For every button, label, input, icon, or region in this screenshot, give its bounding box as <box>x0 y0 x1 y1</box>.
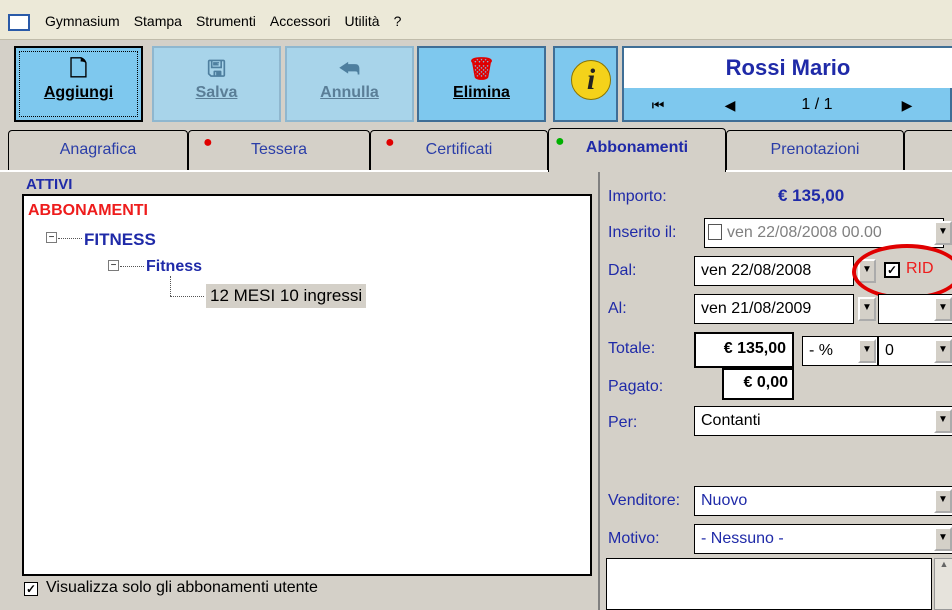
tab-abbonamenti-label: Abbonamenti <box>585 139 689 156</box>
payment-method-select[interactable]: Contanti <box>694 406 952 436</box>
dropdown-arrow-icon[interactable]: ▼ <box>934 221 952 245</box>
member-name: Rossi Mario <box>624 48 952 88</box>
only-user-checkbox[interactable]: ✓ <box>24 582 38 596</box>
dropdown-arrow-icon[interactable]: ▼ <box>934 409 952 433</box>
inserted-label: Inserito il: <box>608 224 677 241</box>
tab-prenotazioni-label: Prenotazioni <box>770 141 860 158</box>
tab-bar: Anagrafica ● Tessera ● Certificati ● Abb… <box>0 128 952 172</box>
red-dot-icon: ● <box>385 134 395 151</box>
menu-accessori[interactable]: Accessori <box>269 13 332 29</box>
inserted-checkbox[interactable] <box>708 224 722 240</box>
menu-gymnasium[interactable]: Gymnasium <box>44 13 121 29</box>
tab-overflow[interactable] <box>904 130 952 170</box>
reason-label: Motivo: <box>608 530 660 547</box>
undo-button-label: Annulla <box>320 84 379 101</box>
total-label: Totale: <box>608 340 656 357</box>
tree-connector <box>170 296 204 297</box>
tab-anagrafica[interactable]: Anagrafica <box>8 130 188 170</box>
active-section-title: ATTIVI <box>26 176 73 193</box>
delete-button[interactable]: 🗑 Elimina <box>417 46 546 122</box>
dropdown-arrow-icon[interactable]: ▼ <box>934 527 952 551</box>
tree-connector <box>58 238 82 239</box>
collapse-icon[interactable]: − <box>108 260 119 271</box>
tree-connector <box>120 266 144 267</box>
dropdown-arrow-icon[interactable]: ▼ <box>934 339 952 363</box>
from-date-field[interactable]: ven 22/08/2008 <box>694 256 854 286</box>
tree-root-label: ABBONAMENTI <box>28 202 148 219</box>
tab-certificati-label: Certificati <box>425 141 493 158</box>
add-button-label: Aggiungi <box>43 84 114 101</box>
paid-field[interactable]: € 0,00 <box>722 368 794 400</box>
dropdown-arrow-icon[interactable]: ▼ <box>858 297 876 321</box>
tab-anagrafica-label: Anagrafica <box>59 141 137 158</box>
to-label: Al: <box>608 300 627 317</box>
tab-abbonamenti[interactable]: ● Abbonamenti <box>548 128 726 172</box>
menu-items: Gymnasium Stampa Strumenti Accessori Uti… <box>44 13 402 29</box>
tree-node-group[interactable]: FITNESS <box>84 230 156 250</box>
nav-next-button[interactable]: ▶ <box>864 90 950 120</box>
dropdown-arrow-icon[interactable]: ▼ <box>934 489 952 513</box>
dropdown-arrow-icon[interactable]: ▼ <box>858 339 876 363</box>
add-button[interactable]: 🗋 Aggiungi <box>14 46 143 122</box>
tree-node-subscription[interactable]: 12 MESI 10 ingressi <box>206 284 367 308</box>
seller-label: Venditore: <box>608 492 681 509</box>
tree-connector <box>170 276 171 296</box>
reason-select[interactable]: - Nessuno - <box>694 524 952 554</box>
payment-method-label: Per: <box>608 414 638 431</box>
tree-node-subgroup[interactable]: Fitness <box>146 258 202 276</box>
menu-strumenti[interactable]: Strumenti <box>195 13 257 29</box>
amount-value: € 135,00 <box>778 186 845 205</box>
tab-prenotazioni[interactable]: Prenotazioni <box>726 130 904 170</box>
only-user-label: Visualizza solo gli abbonamenti utente <box>46 579 318 596</box>
dropdown-arrow-icon[interactable]: ▼ <box>934 297 952 321</box>
undo-arrow-icon: ⮪ <box>339 56 360 81</box>
paid-label: Pagato: <box>608 378 664 395</box>
seller-select[interactable]: Nuovo <box>694 486 952 516</box>
save-button[interactable]: 🖫 Salva <box>152 46 281 122</box>
notes-textarea[interactable] <box>606 558 932 610</box>
menu-help[interactable]: ? <box>393 13 403 29</box>
new-document-icon: 🗋 <box>69 56 88 81</box>
app-window-icon <box>8 14 30 31</box>
collapse-icon[interactable]: − <box>46 232 57 243</box>
record-counter: 1 / 1 <box>772 90 862 120</box>
delete-button-label: Elimina <box>453 84 510 101</box>
save-button-label: Salva <box>195 84 238 101</box>
trash-icon: 🗑 <box>467 56 496 81</box>
red-dot-icon: ● <box>203 134 213 151</box>
menu-stampa[interactable]: Stampa <box>133 13 183 29</box>
nav-first-button[interactable]: ⏮ <box>628 90 688 120</box>
green-dot-icon: ● <box>555 133 565 150</box>
total-field[interactable]: € 135,00 <box>694 332 794 368</box>
subscription-tree[interactable]: ABBONAMENTI − FITNESS − Fitness 12 MESI … <box>22 194 592 576</box>
tab-tessera-label: Tessera <box>250 141 308 158</box>
highlight-ellipse <box>852 244 952 300</box>
amount-label: Importo: <box>608 188 667 205</box>
tab-certificati[interactable]: ● Certificati <box>370 130 548 170</box>
to-date-field[interactable]: ven 21/08/2009 <box>694 294 854 324</box>
nav-prev-button[interactable]: ◀ <box>690 90 770 120</box>
floppy-disk-icon: 🖫 <box>207 56 226 81</box>
subscription-details: Importo: € 135,00 Inserito il: ven 22/08… <box>598 172 952 610</box>
from-label: Dal: <box>608 262 637 279</box>
menu-bar: Gymnasium Stampa Strumenti Accessori Uti… <box>0 0 952 40</box>
tab-tessera[interactable]: ● Tessera <box>188 130 370 170</box>
info-panel: i <box>553 46 618 122</box>
notes-scrollbar[interactable]: ▲ <box>934 558 952 610</box>
menu-utilita[interactable]: Utilità <box>344 13 381 29</box>
member-navigator: Rossi Mario ⏮ ◀ 1 / 1 ▶ <box>622 46 952 122</box>
info-icon[interactable]: i <box>571 60 611 100</box>
undo-button[interactable]: ⮪ Annulla <box>285 46 414 122</box>
